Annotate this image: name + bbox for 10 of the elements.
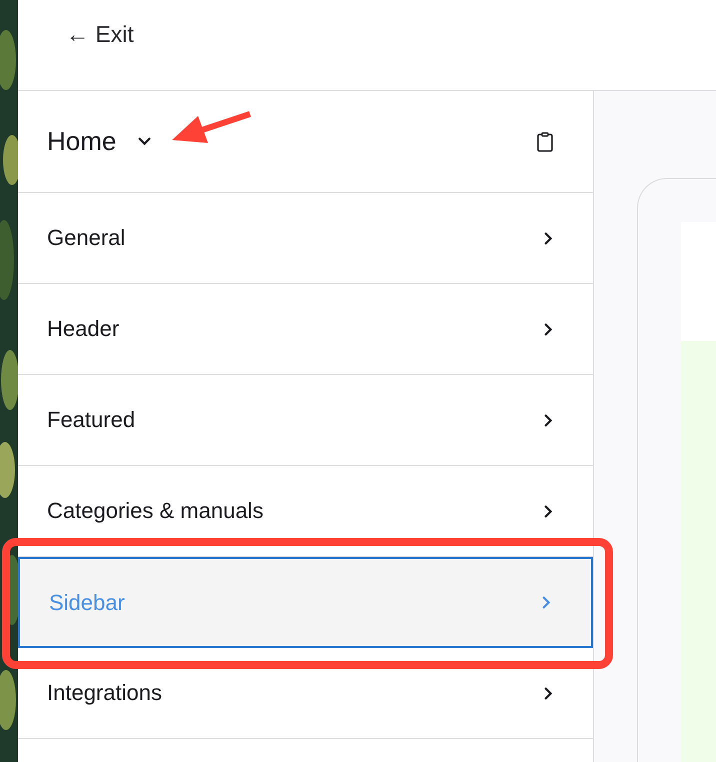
page-selector[interactable]: Home [47, 126, 152, 157]
chevron-right-icon [544, 322, 553, 336]
chevron-right-icon [544, 232, 553, 244]
chevron-right-icon [544, 414, 553, 426]
chevron-right-icon [544, 686, 553, 700]
chevron-down-icon [138, 137, 152, 146]
chevron-right-icon [544, 504, 553, 518]
clipboard-icon[interactable] [537, 132, 553, 152]
exit-button[interactable]: ← Exit [66, 20, 134, 48]
chevron-right-icon [542, 596, 551, 609]
